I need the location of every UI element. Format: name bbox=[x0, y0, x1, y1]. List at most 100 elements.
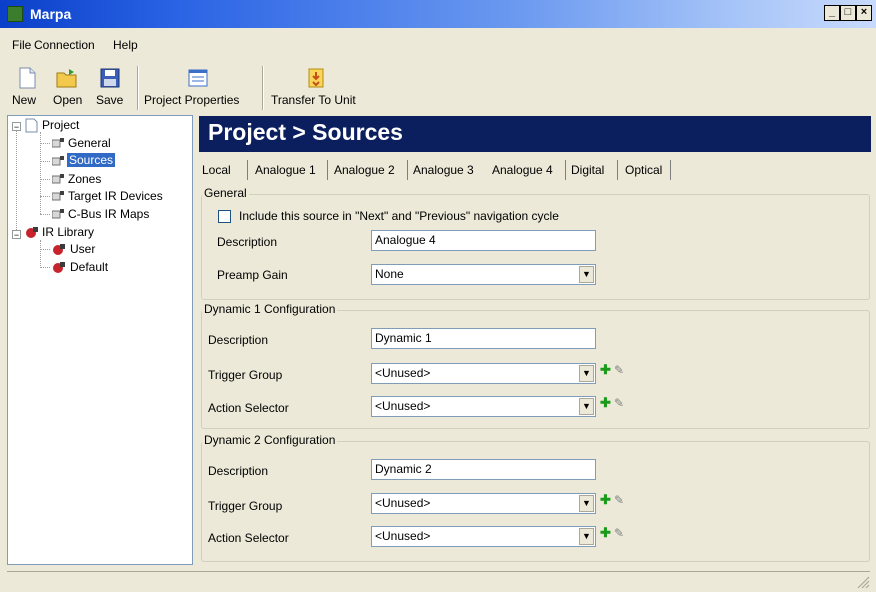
tree-line bbox=[40, 161, 50, 162]
sources-node-icon bbox=[52, 156, 64, 166]
tree-line bbox=[16, 130, 17, 234]
chevron-down-icon[interactable]: ▼ bbox=[579, 266, 594, 283]
tab-separator bbox=[247, 160, 248, 180]
title-bar bbox=[0, 0, 876, 28]
menu-help[interactable]: Help bbox=[113, 38, 138, 52]
ir-library-expander[interactable]: − bbox=[12, 230, 21, 240]
add-action-selector-icon[interactable]: ✚ bbox=[600, 395, 611, 411]
tab-optical[interactable]: Optical bbox=[625, 163, 662, 177]
dynamic1-action-value: <Unused> bbox=[375, 399, 431, 413]
dynamic1-description-input[interactable]: Dynamic 1 bbox=[371, 328, 596, 349]
tree-item-sources-label: Sources bbox=[67, 153, 116, 167]
transfer-icon bbox=[308, 68, 324, 88]
dynamic2-action-value: <Unused> bbox=[375, 529, 431, 543]
default-library-icon bbox=[53, 262, 65, 273]
project-properties-label: Project Properties bbox=[144, 93, 240, 107]
project-icon bbox=[25, 118, 38, 133]
dynamic1-trigger-select[interactable]: <Unused> ▼ bbox=[371, 363, 596, 384]
zones-node-icon bbox=[52, 174, 64, 184]
tab-separator bbox=[565, 160, 566, 180]
preamp-gain-label: Preamp Gain bbox=[217, 268, 288, 282]
page-title: Project > Sources bbox=[208, 119, 403, 145]
general-node-icon bbox=[52, 138, 64, 148]
status-bar bbox=[7, 571, 870, 592]
tree-item-general[interactable]: General bbox=[68, 136, 111, 150]
toolbar-separator bbox=[137, 66, 139, 110]
tab-digital[interactable]: Digital bbox=[571, 163, 604, 177]
chevron-down-icon[interactable]: ▼ bbox=[579, 495, 594, 512]
include-navigation-checkbox[interactable] bbox=[218, 210, 231, 223]
dynamic1-action-select[interactable]: <Unused> ▼ bbox=[371, 396, 596, 417]
general-description-input[interactable]: Analogue 4 bbox=[371, 230, 596, 251]
edit-action-selector-icon[interactable]: ✎ bbox=[614, 526, 624, 540]
dynamic1-trigger-label: Trigger Group bbox=[208, 368, 283, 382]
tree-line bbox=[40, 179, 50, 180]
tree-line bbox=[40, 249, 50, 250]
tree-line bbox=[40, 132, 41, 214]
properties-icon bbox=[188, 69, 208, 87]
preamp-gain-select[interactable]: None ▼ bbox=[371, 264, 596, 285]
menu-file[interactable]: File bbox=[12, 38, 31, 52]
maximize-button[interactable]: □ bbox=[840, 5, 856, 21]
transfer-label: Transfer To Unit bbox=[271, 93, 356, 107]
tab-analogue-1[interactable]: Analogue 1 bbox=[255, 163, 316, 177]
new-label: New bbox=[12, 93, 37, 107]
chevron-down-icon[interactable]: ▼ bbox=[579, 398, 594, 415]
ir-library-icon bbox=[26, 227, 38, 238]
tree-line bbox=[40, 196, 50, 197]
tree-item-sources[interactable]: Sources bbox=[67, 153, 116, 167]
tab-local[interactable]: Local bbox=[202, 163, 231, 177]
menu-connection[interactable]: Connection bbox=[34, 38, 95, 52]
resize-grip-icon[interactable] bbox=[856, 575, 870, 589]
cbus-ir-node-icon bbox=[52, 209, 64, 219]
dynamic2-trigger-value: <Unused> bbox=[375, 496, 431, 510]
tree-item-user[interactable]: User bbox=[70, 242, 95, 256]
minimize-button[interactable]: _ bbox=[824, 5, 840, 21]
tab-separator bbox=[327, 160, 328, 180]
tree-item-default[interactable]: Default bbox=[70, 260, 108, 274]
edit-trigger-group-icon[interactable]: ✎ bbox=[614, 363, 624, 377]
general-description-label: Description bbox=[217, 235, 278, 249]
project-tree[interactable]: − Project General Sources Zones Target I… bbox=[7, 115, 193, 565]
add-trigger-group-icon[interactable]: ✚ bbox=[600, 362, 611, 378]
tree-item-cbus-ir-maps[interactable]: C-Bus IR Maps bbox=[68, 207, 149, 221]
dynamic2-action-label: Action Selector bbox=[208, 531, 289, 545]
window-title: Marpa bbox=[30, 6, 72, 22]
tree-line bbox=[40, 143, 50, 144]
add-trigger-group-icon[interactable]: ✚ bbox=[600, 492, 611, 508]
dynamic2-description-input[interactable]: Dynamic 2 bbox=[371, 459, 596, 480]
tree-item-target-ir-devices[interactable]: Target IR Devices bbox=[68, 189, 163, 203]
dynamic2-trigger-select[interactable]: <Unused> ▼ bbox=[371, 493, 596, 514]
toolbar-separator bbox=[262, 66, 264, 110]
tab-analogue-2[interactable]: Analogue 2 bbox=[334, 163, 395, 177]
chevron-down-icon[interactable]: ▼ bbox=[579, 528, 594, 545]
user-library-icon bbox=[53, 244, 65, 255]
tab-analogue-3[interactable]: Analogue 3 bbox=[413, 163, 474, 177]
tab-separator bbox=[407, 160, 408, 180]
tree-item-project[interactable]: Project bbox=[42, 118, 79, 132]
new-file-icon bbox=[19, 67, 36, 89]
add-action-selector-icon[interactable]: ✚ bbox=[600, 525, 611, 541]
dynamic2-trigger-label: Trigger Group bbox=[208, 499, 283, 513]
close-button[interactable]: × bbox=[856, 5, 872, 21]
tree-line bbox=[40, 214, 50, 215]
dynamic1-group-label: Dynamic 1 Configuration bbox=[202, 302, 338, 316]
tab-analogue-4[interactable]: Analogue 4 bbox=[492, 163, 553, 177]
floppy-save-icon bbox=[100, 68, 120, 88]
tree-line bbox=[40, 240, 41, 268]
preamp-gain-value: None bbox=[375, 267, 404, 281]
dynamic2-action-select[interactable]: <Unused> ▼ bbox=[371, 526, 596, 547]
tab-separator bbox=[617, 160, 618, 180]
dynamic1-trigger-value: <Unused> bbox=[375, 366, 431, 380]
tree-line bbox=[40, 267, 50, 268]
tree-item-ir-library[interactable]: IR Library bbox=[42, 225, 94, 239]
open-folder-icon bbox=[56, 69, 77, 88]
target-ir-node-icon bbox=[52, 191, 64, 201]
edit-trigger-group-icon[interactable]: ✎ bbox=[614, 493, 624, 507]
project-expander[interactable]: − bbox=[12, 122, 21, 132]
edit-action-selector-icon[interactable]: ✎ bbox=[614, 396, 624, 410]
open-label: Open bbox=[53, 93, 83, 107]
dynamic1-action-label: Action Selector bbox=[208, 401, 289, 415]
tree-item-zones[interactable]: Zones bbox=[68, 172, 101, 186]
chevron-down-icon[interactable]: ▼ bbox=[579, 365, 594, 382]
